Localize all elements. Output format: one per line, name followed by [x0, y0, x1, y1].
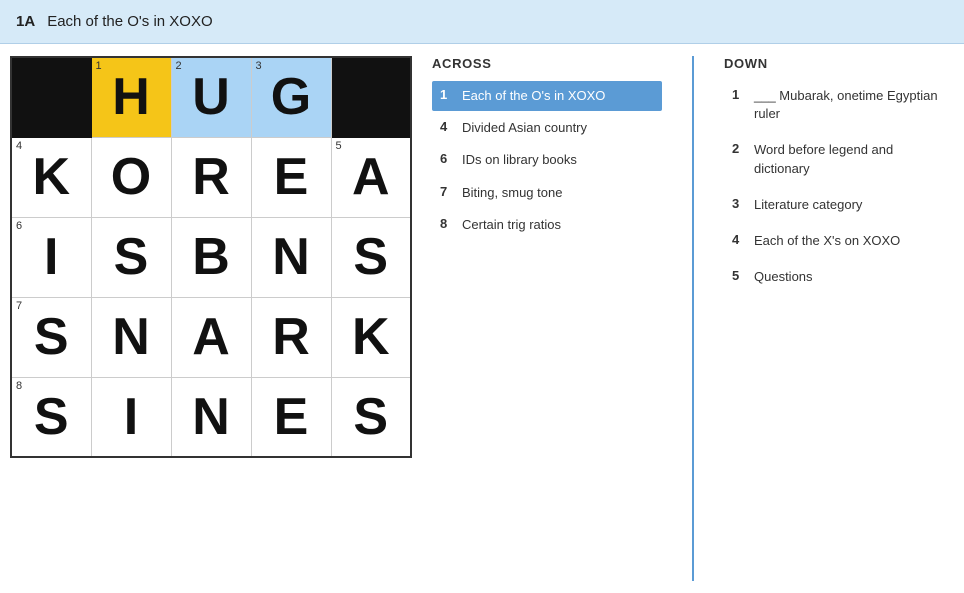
clues-section: ACROSS 1 Each of the O's in XOXO 4 Divided …: [412, 56, 954, 581]
crossword-grid: 1H2U3G4KORE5A6ISBNS7SNARK8SINES: [10, 56, 412, 458]
clue-text: Questions: [754, 268, 946, 286]
clue-number: 8: [440, 216, 456, 234]
across-title: ACROSS: [432, 56, 662, 71]
clue-header: 1A Each of the O's in XOXO: [0, 0, 964, 44]
across-clues-list: 1 Each of the O's in XOXO 4 Divided Asian c…: [432, 81, 662, 240]
grid-cell[interactable]: R: [251, 297, 331, 377]
grid-cell[interactable]: 1H: [91, 57, 171, 137]
grid-cell[interactable]: S: [331, 377, 411, 457]
cell-number: 8: [16, 381, 22, 392]
across-clue-item[interactable]: 4 Divided Asian country: [432, 113, 662, 143]
cell-number: 7: [16, 301, 22, 312]
clue-text: IDs on library books: [462, 151, 654, 169]
grid-cell[interactable]: 4K: [11, 137, 91, 217]
clue-text: Each of the O's in XOXO: [462, 87, 654, 105]
cell-number: 4: [16, 141, 22, 152]
across-clues-column: ACROSS 1 Each of the O's in XOXO 4 Divided …: [432, 56, 662, 581]
across-clue-item[interactable]: 1 Each of the O's in XOXO: [432, 81, 662, 111]
down-clue-item[interactable]: 3 Literature category: [724, 190, 954, 220]
clue-number: 6: [440, 151, 456, 169]
grid-cell[interactable]: [11, 57, 91, 137]
grid-cell[interactable]: A: [171, 297, 251, 377]
down-clue-item[interactable]: 4 Each of the X's on XOXO: [724, 226, 954, 256]
grid-cell[interactable]: 5A: [331, 137, 411, 217]
grid-cell[interactable]: 7S: [11, 297, 91, 377]
down-clue-item[interactable]: 5 Questions: [724, 262, 954, 292]
clue-text: Biting, smug tone: [462, 184, 654, 202]
clue-number: 7: [440, 184, 456, 202]
clue-number: 3: [732, 196, 748, 214]
grid-cell[interactable]: N: [171, 377, 251, 457]
clue-text: Each of the X's on XOXO: [754, 232, 946, 250]
grid-cell[interactable]: [331, 57, 411, 137]
crossword-grid-section: 1H2U3G4KORE5A6ISBNS7SNARK8SINES: [10, 56, 412, 581]
cell-number: 1: [96, 61, 102, 72]
header-clue-number: 1A: [16, 13, 35, 30]
clue-text: Literature category: [754, 196, 946, 214]
cell-number: 2: [176, 61, 182, 72]
grid-cell[interactable]: R: [171, 137, 251, 217]
grid-cell[interactable]: S: [91, 217, 171, 297]
grid-cell[interactable]: O: [91, 137, 171, 217]
grid-cell[interactable]: N: [251, 217, 331, 297]
grid-cell[interactable]: 2U: [171, 57, 251, 137]
clue-number: 1: [440, 87, 456, 105]
grid-cell[interactable]: B: [171, 217, 251, 297]
header-clue-text: Each of the O's in XOXO: [47, 13, 212, 30]
grid-cell[interactable]: E: [251, 137, 331, 217]
clue-number: 2: [732, 141, 748, 177]
grid-cell[interactable]: K: [331, 297, 411, 377]
clue-number: 5: [732, 268, 748, 286]
clue-text: Certain trig ratios: [462, 216, 654, 234]
grid-cell[interactable]: I: [91, 377, 171, 457]
grid-cell[interactable]: N: [91, 297, 171, 377]
down-clues-column: DOWN 1___ Mubarak, onetime Egyptian rule…: [724, 56, 954, 581]
clue-text: ___ Mubarak, onetime Egyptian ruler: [754, 87, 946, 123]
grid-cell[interactable]: S: [331, 217, 411, 297]
across-clue-item[interactable]: 6 IDs on library books: [432, 145, 662, 175]
across-clue-item[interactable]: 8 Certain trig ratios: [432, 210, 662, 240]
down-title: DOWN: [724, 56, 954, 71]
grid-cell[interactable]: E: [251, 377, 331, 457]
cell-number: 6: [16, 221, 22, 232]
clue-text: Divided Asian country: [462, 119, 654, 137]
main-content: 1H2U3G4KORE5A6ISBNS7SNARK8SINES ACROSS 1…: [0, 44, 964, 593]
grid-cell[interactable]: 3G: [251, 57, 331, 137]
cell-number: 3: [256, 61, 262, 72]
clues-divider: [692, 56, 694, 581]
clue-number: 4: [732, 232, 748, 250]
across-clue-item[interactable]: 7 Biting, smug tone: [432, 178, 662, 208]
cell-number: 5: [336, 141, 342, 152]
clue-number: 1: [732, 87, 748, 123]
grid-cell[interactable]: 8S: [11, 377, 91, 457]
clue-text: Word before legend and dictionary: [754, 141, 946, 177]
clue-number: 4: [440, 119, 456, 137]
down-clues-list: 1___ Mubarak, onetime Egyptian ruler2Wor…: [724, 81, 954, 292]
down-clue-item[interactable]: 1___ Mubarak, onetime Egyptian ruler: [724, 81, 954, 129]
down-clue-item[interactable]: 2Word before legend and dictionary: [724, 135, 954, 183]
grid-cell[interactable]: 6I: [11, 217, 91, 297]
